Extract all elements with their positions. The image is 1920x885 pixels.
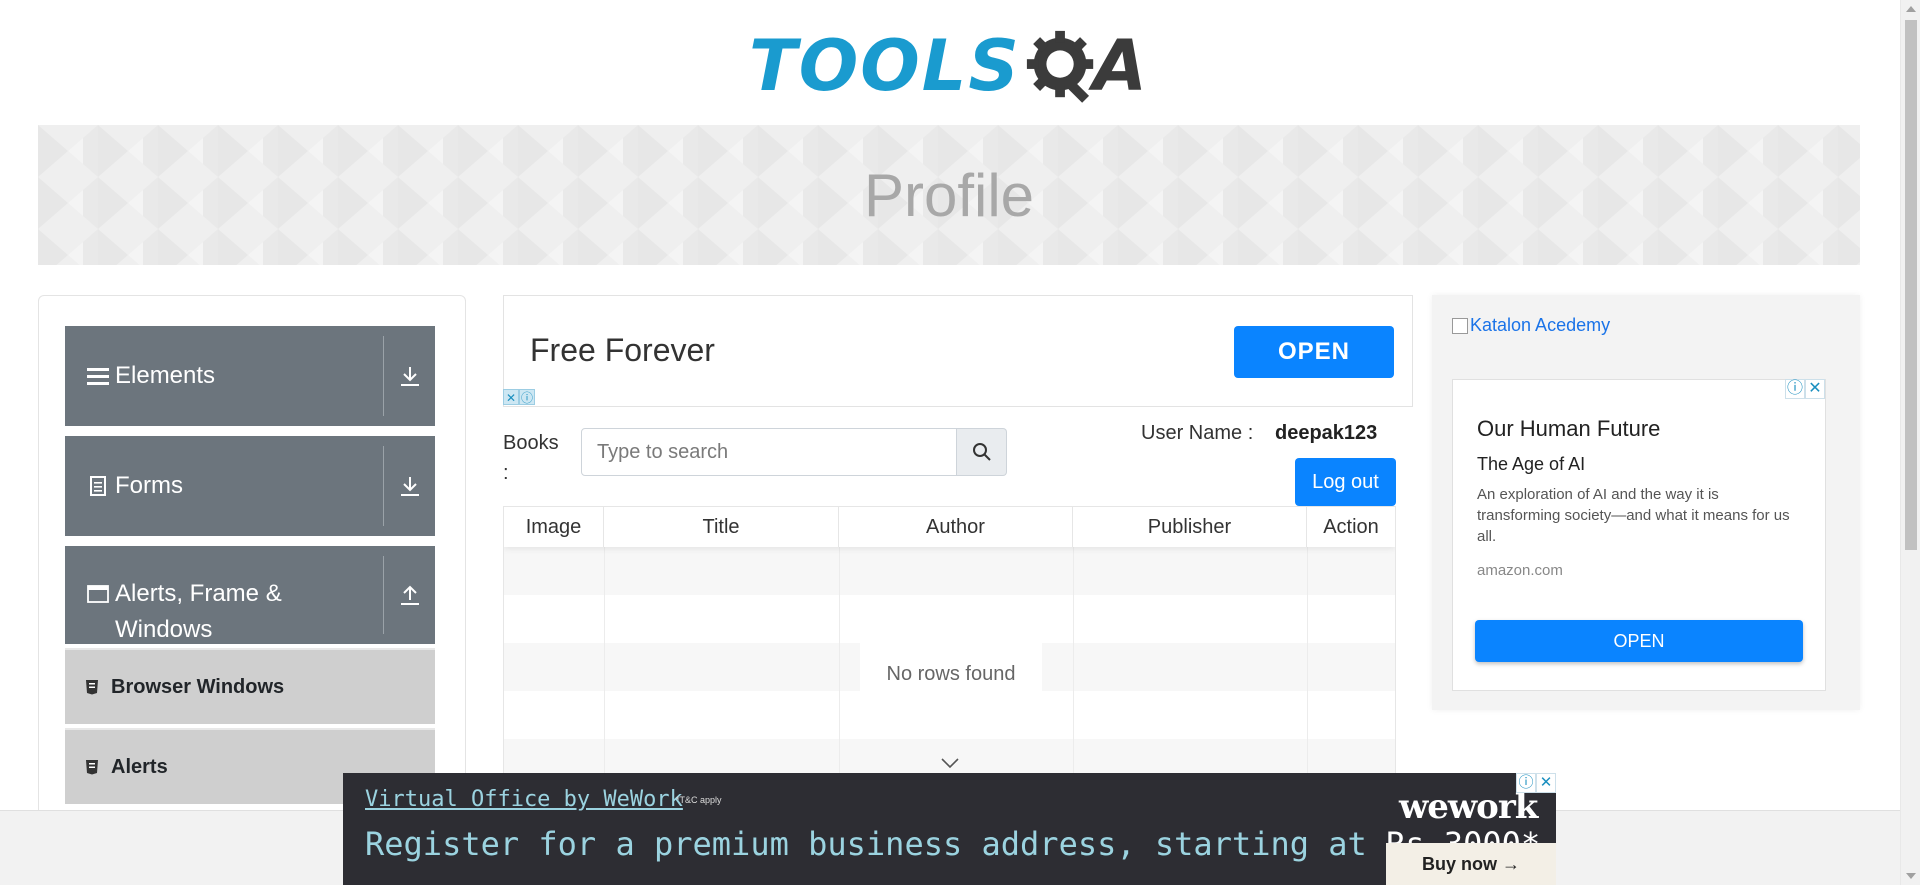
column-header-action[interactable]: Action [1307,507,1395,547]
close-icon[interactable]: ✕ [1805,379,1825,399]
page-banner: Profile [38,125,1860,265]
table-row [504,595,1395,643]
broken-image-icon [1452,317,1468,334]
table-header: Image Title Author Publisher Action [504,507,1395,547]
right-ad[interactable]: Katalon Acedemy ⓘ ✕ Our Human Future The… [1432,295,1860,710]
sidebar-item-label: Browser Windows [111,675,285,698]
sidebar-item-browser-windows[interactable]: Browser Windows [65,648,435,724]
ad-text: Free Forever [530,332,715,368]
no-rows-message: No rows found [860,642,1042,706]
books-table: Image Title Author Publisher Action No r… [503,506,1396,786]
page-title: Profile [863,162,1035,229]
document-icon [85,468,111,504]
scroll-down-arrow-icon[interactable] [1906,873,1916,879]
user-name-label: User Name : [1141,422,1254,444]
gear-magnifier-icon [1026,30,1093,103]
logout-button[interactable]: Log out [1295,458,1396,506]
table-row [504,547,1395,595]
hamburger-icon [85,358,111,394]
ad-choices[interactable]: ⓘ ✕ [1516,773,1556,793]
info-icon[interactable]: ⓘ [519,389,535,405]
ad-subheadline: The Age of AI [1477,454,1586,474]
html5-icon [85,759,101,775]
ad-domain: amazon.com [1477,562,1563,579]
upload-icon[interactable] [383,556,435,634]
info-icon[interactable]: ⓘ [1516,773,1536,793]
top-ad-banner[interactable]: Free Forever OPEN [503,295,1413,407]
chevron-down-icon [941,758,959,769]
logo-text: TOOLS [749,25,1021,107]
ad-card[interactable]: ⓘ ✕ Our Human Future The Age of AI An ex… [1452,379,1826,691]
column-header-title[interactable]: Title [604,507,839,547]
search-icon [972,443,991,461]
column-header-image[interactable]: Image [504,507,604,547]
user-name-value: deepak123 [1275,422,1378,444]
wework-logo: wework [1399,787,1538,827]
bottom-ad-banner[interactable]: Virtual Office by WeWork *T&C apply Regi… [343,773,1556,885]
search-box [581,428,1007,476]
download-icon[interactable] [383,446,435,526]
ad-link-title[interactable]: Virtual Office by WeWork [365,787,683,812]
ad-choices[interactable]: ✕ ⓘ [503,389,535,405]
ad-tagline: Register for a premium business address,… [365,825,1540,863]
sidebar-group-label: Forms [115,472,183,499]
ad-choices[interactable]: ⓘ ✕ [1785,379,1825,399]
ad-open-button[interactable]: OPEN [1234,326,1394,378]
sidebar-item-label: Alerts [111,755,168,778]
scrollbar-thumb[interactable] [1905,20,1917,550]
scroll-up-arrow-icon[interactable] [1906,6,1916,12]
download-icon[interactable] [383,336,435,416]
ad-description: An exploration of AI and the way it is t… [1477,486,1790,545]
katalon-ad-link[interactable]: Katalon Acedemy [1452,315,1610,336]
toolsqa-logo[interactable]: TOOLS A [749,18,1147,114]
sidebar-group-forms[interactable]: Forms [65,436,435,536]
buy-now-button[interactable]: Buy now → [1386,843,1556,885]
column-header-publisher[interactable]: Publisher [1073,507,1307,547]
window-icon [85,576,111,612]
html5-icon [85,679,101,695]
vertical-scrollbar[interactable] [1900,0,1920,885]
close-icon[interactable]: ✕ [1536,773,1556,793]
ad-tagline-text: Register for a premium business address,… [365,825,1387,863]
search-button[interactable] [957,428,1007,476]
info-icon[interactable]: ⓘ [1785,379,1805,399]
search-input[interactable] [581,428,957,476]
ad-terms: *T&C apply [676,795,722,805]
logo-text-a: A [1092,25,1147,107]
close-icon[interactable]: ✕ [503,389,519,405]
sidebar-group-elements[interactable]: Elements [65,326,435,426]
sidebar-group-label: Alerts, Frame & Windows [115,580,282,643]
ad-headline: Our Human Future [1477,416,1661,441]
column-header-author[interactable]: Author [839,507,1073,547]
sidebar-group-alerts-frame-windows[interactable]: Alerts, Frame & Windows [65,546,435,644]
ad-open-button[interactable]: OPEN [1475,620,1803,662]
katalon-ad-alt-text: Katalon Acedemy [1470,315,1611,335]
books-label: Books : [503,432,559,484]
sidebar-group-label: Elements [115,362,216,389]
